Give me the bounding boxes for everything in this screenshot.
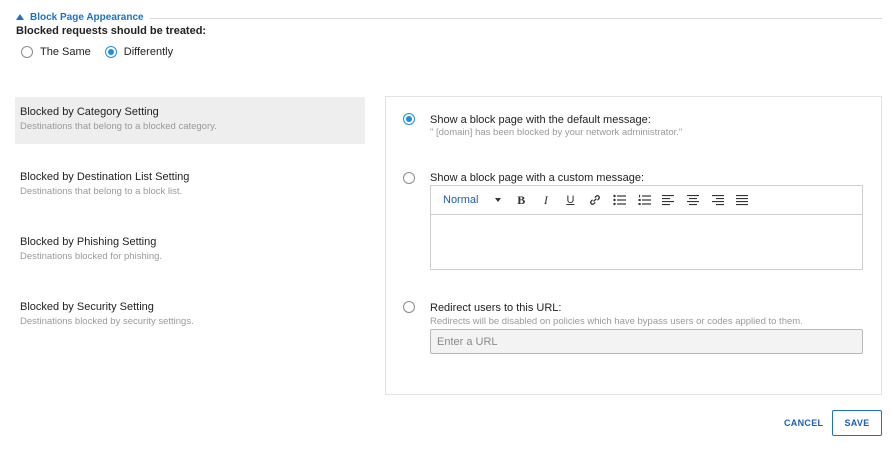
- editor-toolbar: Normal B I U: [431, 186, 862, 215]
- radio-same[interactable]: [21, 46, 33, 58]
- radio-default-message[interactable]: [403, 113, 415, 125]
- radio-differently[interactable]: [104, 46, 117, 58]
- custom-message-title: Show a block page with a custom message:: [430, 172, 645, 184]
- link-icon[interactable]: [583, 192, 608, 208]
- save-button[interactable]: SAVE: [832, 410, 882, 436]
- cancel-button[interactable]: CANCEL: [784, 418, 823, 428]
- align-right-icon[interactable]: [706, 192, 731, 208]
- redirect-title: Redirect users to this URL:: [430, 302, 562, 314]
- section-title[interactable]: Block Page Appearance: [30, 12, 144, 23]
- underline-icon[interactable]: U: [558, 192, 583, 208]
- custom-message-editor: Normal B I U: [430, 185, 863, 270]
- editor-content-area[interactable]: [431, 215, 862, 270]
- category-item-phishing[interactable]: Blocked by Phishing Setting Destinations…: [15, 227, 365, 274]
- format-select[interactable]: Normal: [443, 194, 509, 206]
- align-left-icon[interactable]: [657, 192, 682, 208]
- treatment-differently-option[interactable]: Differently: [104, 46, 174, 58]
- treatment-question: Blocked requests should be treated:: [16, 25, 207, 37]
- category-title: Blocked by Phishing Setting: [20, 236, 157, 248]
- align-center-icon[interactable]: [681, 192, 706, 208]
- category-item-category[interactable]: Blocked by Category Setting Destinations…: [15, 97, 365, 144]
- category-title: Blocked by Destination List Setting: [20, 171, 190, 183]
- category-desc: Destinations that belong to a block list…: [20, 186, 183, 197]
- category-title: Blocked by Security Setting: [20, 301, 154, 313]
- category-title: Blocked by Category Setting: [20, 106, 159, 118]
- redirect-url-input[interactable]: [430, 329, 863, 354]
- redirect-desc: Redirects will be disabled on policies w…: [430, 316, 803, 327]
- category-item-security[interactable]: Blocked by Security Setting Destinations…: [15, 292, 365, 339]
- block-page-options-panel: Show a block page with the default messa…: [385, 96, 882, 395]
- numbered-list-icon[interactable]: [632, 192, 657, 208]
- treatment-same-label: The Same: [40, 46, 91, 58]
- default-message-desc: " [domain] has been blocked by your netw…: [430, 127, 683, 138]
- treatment-differently-label: Differently: [123, 46, 174, 58]
- treatment-radio-group: The Same Differently: [21, 46, 187, 58]
- collapse-triangle-icon[interactable]: [16, 14, 24, 20]
- category-item-destination-list[interactable]: Blocked by Destination List Setting Dest…: [15, 162, 365, 209]
- italic-icon[interactable]: I: [534, 192, 559, 208]
- category-desc: Destinations blocked by security setting…: [20, 316, 194, 327]
- radio-custom-message[interactable]: [403, 172, 415, 184]
- category-desc: Destinations blocked for phishing.: [20, 251, 163, 262]
- category-desc: Destinations that belong to a blocked ca…: [20, 121, 217, 132]
- section-header[interactable]: Block Page Appearance: [16, 10, 882, 24]
- category-list: Blocked by Category Setting Destinations…: [15, 97, 365, 357]
- section-divider: [149, 17, 882, 19]
- default-message-title: Show a block page with the default messa…: [430, 114, 651, 126]
- treatment-same-option[interactable]: The Same: [21, 46, 91, 58]
- align-justify-icon[interactable]: [730, 192, 755, 208]
- format-value: Normal: [443, 194, 479, 206]
- bullet-list-icon[interactable]: [607, 192, 632, 208]
- bold-icon[interactable]: B: [509, 192, 534, 208]
- radio-redirect-url[interactable]: [403, 301, 415, 313]
- chevron-down-icon: [495, 198, 501, 202]
